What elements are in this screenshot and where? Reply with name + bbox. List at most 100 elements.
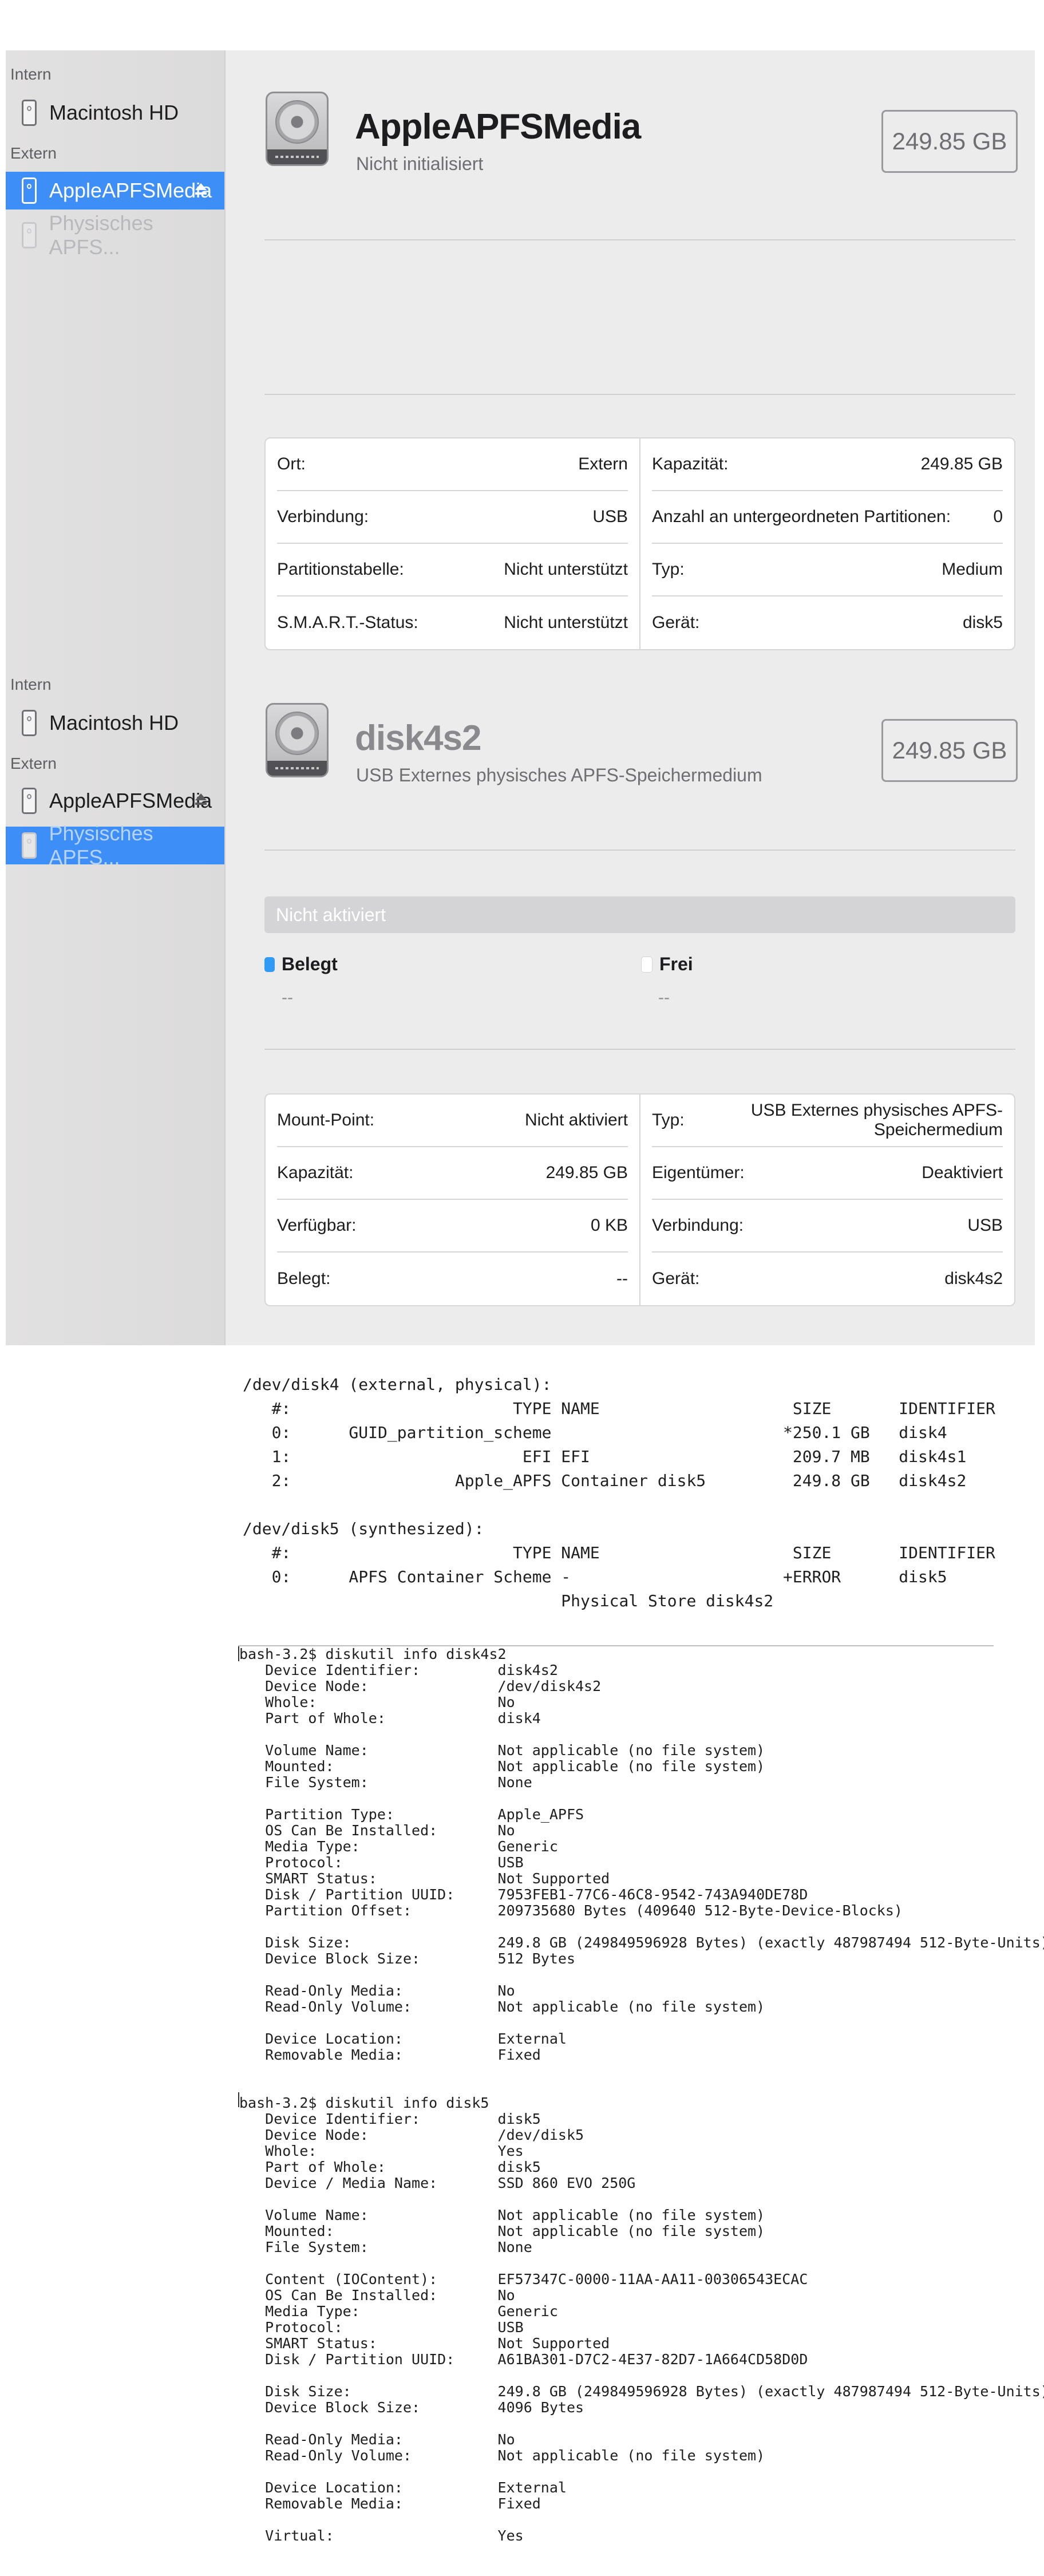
used-swatch bbox=[264, 957, 275, 972]
sidebar-item-macintosh-hd[interactable]: Macintosh HD bbox=[6, 94, 224, 132]
internal-disk-icon bbox=[22, 710, 37, 736]
sidebar-item-label: AppleAPFSMedia bbox=[49, 179, 212, 202]
external-disk-icon bbox=[22, 222, 37, 248]
sidebar-item-label: Macintosh HD bbox=[49, 711, 179, 734]
info-label: Anzahl an untergeordneten Partitionen: bbox=[652, 507, 951, 526]
info-value: disk5 bbox=[962, 613, 1003, 632]
disk-utility-window-store: Intern Macintosh HD Extern AppleAPFSMedi… bbox=[6, 670, 1035, 1345]
divider bbox=[264, 850, 1015, 851]
legend-label: Frei bbox=[659, 954, 693, 974]
sidebar-item-physical-store[interactable]: Physisches APFS... bbox=[6, 821, 224, 869]
info-label: Eigentümer: bbox=[652, 1163, 745, 1182]
info-value: -- bbox=[616, 1269, 628, 1288]
internal-disk-icon bbox=[22, 100, 37, 126]
terminal-diskutil-list-output: /dev/disk4 (external, physical): #: TYPE… bbox=[243, 1375, 995, 1610]
sidebar-section-external: Extern bbox=[10, 144, 57, 162]
info-label: Ort: bbox=[277, 455, 306, 473]
info-value: USB Externes physisches APFS-Speichermed… bbox=[750, 1101, 1003, 1139]
info-value: disk4s2 bbox=[944, 1269, 1003, 1288]
info-value: Deaktiviert bbox=[922, 1163, 1003, 1182]
used-value: -- bbox=[282, 988, 293, 1007]
info-table: Ort: Extern Verbindung: USB Partitionstabe… bbox=[264, 437, 1015, 650]
info-label: Verfügbar: bbox=[277, 1216, 357, 1235]
info-value: 0 bbox=[993, 507, 1003, 526]
info-row: Anzahl an untergeordneten Partitionen: 0 bbox=[652, 491, 1003, 544]
legend-free: Frei bbox=[641, 954, 693, 975]
info-table: Mount-Point: Nicht aktiviert Kapazität: 24… bbox=[264, 1093, 1015, 1306]
disk-subtitle: Nicht initialisiert bbox=[356, 153, 484, 174]
info-row: Ort: Extern bbox=[277, 438, 628, 491]
info-label: S.M.A.R.T.-Status: bbox=[277, 613, 418, 632]
external-disk-icon bbox=[22, 788, 37, 814]
info-row: Belegt: -- bbox=[277, 1253, 628, 1305]
info-row: Verfügbar: 0 KB bbox=[277, 1200, 628, 1253]
sidebar-item-label: Physisches APFS... bbox=[49, 211, 153, 259]
disk-utility-window-media: Intern Macintosh HD Extern AppleAPFSMedi… bbox=[6, 50, 1035, 670]
info-label: Gerät: bbox=[652, 613, 700, 632]
free-value: -- bbox=[658, 988, 670, 1007]
legend-used: Belegt bbox=[264, 954, 338, 975]
eject-icon[interactable] bbox=[195, 793, 207, 807]
info-row: Kapazität: 249.85 GB bbox=[277, 1147, 628, 1200]
sidebar-item-apfs-media[interactable]: AppleAPFSMedia bbox=[6, 172, 224, 210]
terminal-diskutil-info-output: bash-3.2$ diskutil info disk4s2 Device I… bbox=[239, 1646, 1044, 2544]
info-label: Typ: bbox=[652, 1111, 685, 1129]
info-value: Nicht unterstützt bbox=[504, 560, 628, 579]
sidebar-section-internal: Intern bbox=[10, 675, 52, 693]
info-value: USB bbox=[967, 1216, 1003, 1235]
info-value: 249.85 GB bbox=[920, 455, 1003, 473]
info-label: Partitionstabelle: bbox=[277, 560, 404, 579]
hard-disk-icon bbox=[266, 92, 329, 166]
free-swatch bbox=[641, 956, 652, 973]
info-row: Eigentümer: Deaktiviert bbox=[652, 1147, 1003, 1200]
info-label: Mount-Point: bbox=[277, 1111, 375, 1129]
disk-title: AppleAPFSMedia bbox=[355, 107, 641, 147]
info-label: Kapazität: bbox=[652, 455, 729, 473]
info-value: 249.85 GB bbox=[545, 1163, 628, 1182]
disk-title: disk4s2 bbox=[355, 718, 482, 758]
info-label: Verbindung: bbox=[277, 507, 369, 526]
info-row: Verbindung: USB bbox=[652, 1200, 1003, 1253]
info-column-left: Mount-Point: Nicht aktiviert Kapazität: 24… bbox=[266, 1095, 640, 1305]
divider bbox=[264, 394, 1015, 395]
sidebar-item-macintosh-hd[interactable]: Macintosh HD bbox=[6, 704, 224, 742]
eject-icon[interactable] bbox=[195, 183, 207, 197]
info-row: Typ: USB Externes physisches APFS-Speiche… bbox=[652, 1095, 1003, 1147]
info-row: Gerät: disk5 bbox=[652, 596, 1003, 649]
info-row: Verbindung: USB bbox=[277, 491, 628, 544]
info-label: Kapazität: bbox=[277, 1163, 354, 1182]
sidebar-item-physical-store[interactable]: Physisches APFS... bbox=[6, 211, 224, 259]
sidebar-item-apfs-media[interactable]: AppleAPFSMedia bbox=[6, 782, 224, 820]
legend-label: Belegt bbox=[282, 954, 338, 974]
hard-disk-icon bbox=[266, 703, 329, 777]
info-column-right: Kapazität: 249.85 GB Anzahl an untergeord… bbox=[640, 438, 1014, 649]
usage-bar: Nicht aktiviert bbox=[264, 896, 1015, 933]
capacity-box: 249.85 GB bbox=[881, 110, 1018, 173]
info-row: Mount-Point: Nicht aktiviert bbox=[277, 1095, 628, 1147]
info-value: USB bbox=[592, 507, 628, 526]
info-row: Partitionstabelle: Nicht unterstützt bbox=[277, 544, 628, 596]
info-row: Typ: Medium bbox=[652, 544, 1003, 596]
info-column-right: Typ: USB Externes physisches APFS-Speiche… bbox=[640, 1095, 1014, 1305]
info-value: Medium bbox=[942, 560, 1003, 579]
info-row: S.M.A.R.T.-Status: Nicht unterstützt bbox=[277, 596, 628, 649]
divider bbox=[264, 239, 1015, 240]
capacity-box: 249.85 GB bbox=[881, 719, 1018, 782]
external-disk-icon bbox=[22, 177, 37, 204]
info-label: Belegt: bbox=[277, 1269, 331, 1288]
info-column-left: Ort: Extern Verbindung: USB Partitionstabe… bbox=[266, 438, 640, 649]
info-row: Kapazität: 249.85 GB bbox=[652, 438, 1003, 491]
info-label: Gerät: bbox=[652, 1269, 700, 1288]
sidebar: Intern Macintosh HD Extern AppleAPFSMedi… bbox=[6, 670, 226, 1345]
sidebar-item-label: AppleAPFSMedia bbox=[49, 789, 212, 812]
info-value: Extern bbox=[578, 455, 628, 473]
info-row: Gerät: disk4s2 bbox=[652, 1253, 1003, 1305]
divider bbox=[264, 1049, 1015, 1050]
sidebar-section-external: Extern bbox=[10, 754, 57, 772]
info-label: Verbindung: bbox=[652, 1216, 744, 1235]
sidebar-item-label: Physisches APFS... bbox=[49, 821, 153, 869]
detail-pane: disk4s2 USB Externes physisches APFS-Spe… bbox=[226, 670, 1035, 1345]
sidebar: Intern Macintosh HD Extern AppleAPFSMedi… bbox=[6, 50, 226, 670]
external-disk-icon bbox=[22, 832, 37, 859]
info-value: Nicht aktiviert bbox=[524, 1111, 628, 1129]
